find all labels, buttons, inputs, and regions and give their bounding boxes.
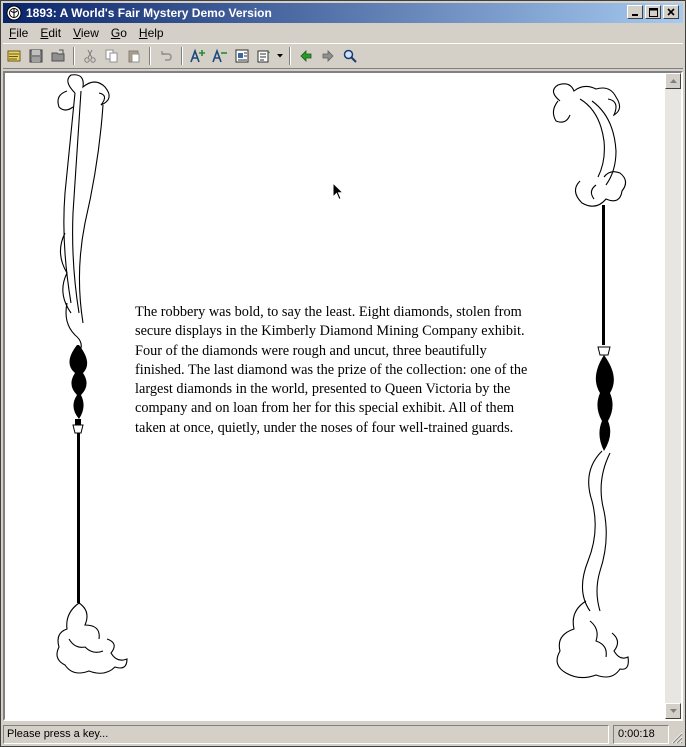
minimize-button[interactable]	[627, 5, 643, 19]
minimize-icon	[632, 14, 638, 16]
open-button[interactable]	[3, 45, 25, 67]
story-page[interactable]: The robbery was bold, to say the least. …	[5, 73, 665, 719]
back-icon	[300, 50, 312, 62]
undo-button[interactable]	[155, 45, 177, 67]
toolbar-separator	[73, 47, 75, 65]
cut-icon	[84, 49, 96, 63]
elapsed-timer: 0:00:18	[613, 725, 669, 744]
resize-grip-icon[interactable]	[669, 730, 683, 744]
app-icon[interactable]	[6, 5, 22, 21]
mouse-cursor-icon	[332, 182, 344, 201]
vertical-scrollbar[interactable]	[665, 73, 681, 719]
toolbar-separator	[289, 47, 291, 65]
status-message: Please press a key...	[3, 725, 609, 744]
font-larger-button[interactable]	[187, 45, 209, 67]
export-icon	[51, 49, 65, 62]
toolbar-separator	[149, 47, 151, 65]
maximize-button[interactable]	[645, 5, 661, 19]
font-smaller-button[interactable]	[209, 45, 231, 67]
forward-icon	[322, 50, 334, 62]
arrow-up-icon	[669, 79, 677, 83]
ornamental-border-right-icon	[552, 83, 629, 679]
menu-view[interactable]: View	[67, 26, 105, 40]
status-bar: Please press a key... 0:00:18	[3, 725, 683, 744]
close-icon	[667, 8, 675, 16]
bookmark-dropdown-button[interactable]	[275, 45, 285, 67]
chevron-down-icon	[277, 54, 283, 58]
content-frame: The robbery was bold, to say the least. …	[3, 71, 683, 721]
toolbar	[3, 43, 683, 69]
close-button[interactable]	[663, 5, 679, 19]
bookmark-icon	[257, 50, 270, 63]
title-bar[interactable]: 1893: A World's Fair Mystery Demo Versio…	[3, 3, 683, 23]
scroll-down-button[interactable]	[665, 703, 681, 719]
menu-file[interactable]: File	[3, 26, 34, 40]
maximize-icon	[648, 7, 658, 17]
copy-button[interactable]	[101, 45, 123, 67]
font-smaller-icon	[212, 48, 227, 63]
save-icon	[29, 49, 43, 63]
bookmark-button[interactable]	[253, 45, 275, 67]
search-button[interactable]	[339, 45, 361, 67]
export-button[interactable]	[47, 45, 69, 67]
notes-button[interactable]	[231, 45, 253, 67]
menu-bar: File Edit View Go Help	[3, 24, 683, 42]
app-window: 1893: A World's Fair Mystery Demo Versio…	[0, 0, 686, 747]
scroll-up-button[interactable]	[665, 73, 681, 89]
open-icon	[7, 50, 21, 62]
copy-icon	[105, 49, 118, 63]
paste-icon	[128, 50, 140, 63]
undo-icon	[161, 51, 172, 61]
menu-go[interactable]: Go	[105, 26, 133, 40]
toolbar-separator	[181, 47, 183, 65]
save-button[interactable]	[25, 45, 47, 67]
paste-button[interactable]	[123, 45, 145, 67]
window-title: 1893: A World's Fair Mystery Demo Versio…	[26, 6, 272, 20]
arrow-down-icon	[669, 709, 677, 713]
menu-help[interactable]: Help	[133, 26, 170, 40]
ornamental-border-left-icon	[56, 74, 128, 674]
notes-icon	[235, 49, 249, 63]
back-button[interactable]	[295, 45, 317, 67]
cut-button[interactable]	[79, 45, 101, 67]
story-text: The robbery was bold, to say the least. …	[135, 304, 528, 436]
search-icon	[343, 49, 357, 63]
font-larger-icon	[190, 48, 205, 63]
menu-edit[interactable]: Edit	[34, 26, 67, 40]
forward-button[interactable]	[317, 45, 339, 67]
